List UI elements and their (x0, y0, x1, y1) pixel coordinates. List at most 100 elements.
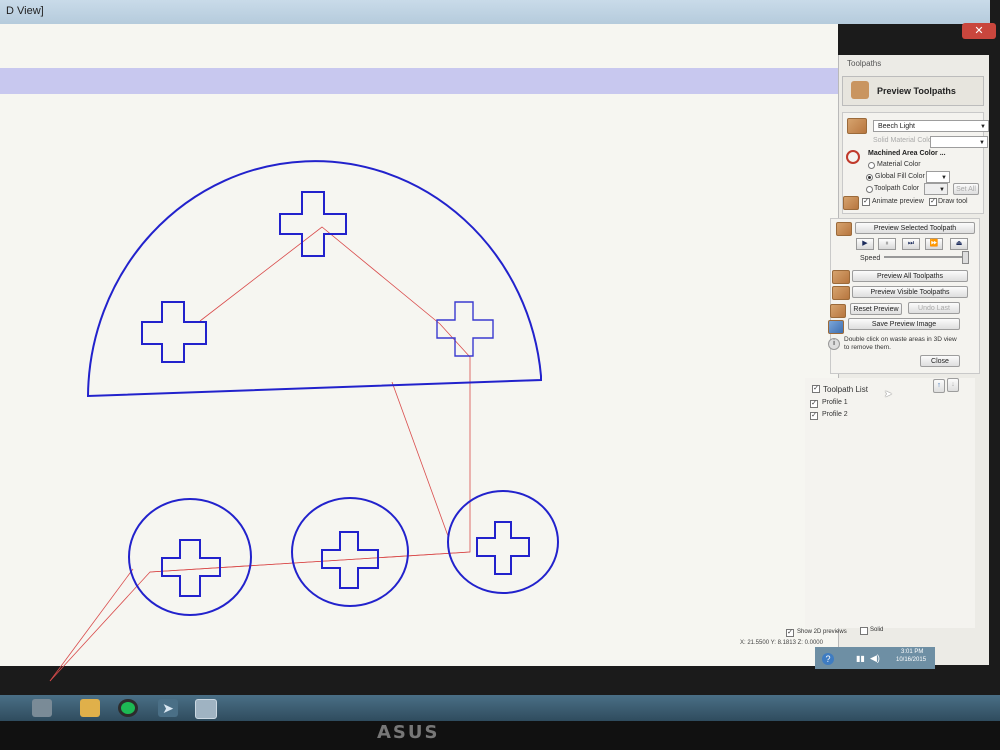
profile-1-label: Profile 1 (822, 399, 848, 406)
material-color-radio[interactable] (868, 162, 875, 169)
reset-preview-button[interactable]: Reset Preview (850, 303, 902, 315)
global-fill-color-radio[interactable] (866, 174, 873, 181)
chevron-down-icon: ▼ (939, 187, 945, 193)
material-color-label: Material Color (877, 161, 921, 168)
eject-icon[interactable]: ⏏ (950, 238, 968, 250)
show-2d-previews-label: Show 2D previews (797, 629, 847, 635)
material-select-value: Beech Light (878, 123, 915, 130)
pause-icon[interactable]: ⏸ (878, 238, 896, 250)
profile-2-label: Profile 2 (822, 411, 848, 418)
solid-material-color-label: Solid Material Color (873, 137, 935, 144)
info-icon: i (828, 338, 840, 350)
animate-preview-label: Animate preview (872, 198, 924, 205)
preview-visible-toolpaths-button[interactable]: Preview Visible Toolpaths (852, 286, 968, 298)
undo-last-button[interactable]: Undo Last (908, 302, 960, 314)
monitor-brand-logo: ASUS (377, 722, 440, 743)
preview-all-toolpaths-button[interactable]: Preview All Toolpaths (852, 270, 968, 282)
animate-icon (843, 196, 859, 210)
panel-title: Toolpaths (847, 59, 882, 68)
play-icon[interactable]: ▶ (856, 238, 874, 250)
taskbar (0, 695, 1000, 721)
close-button[interactable]: Close (920, 355, 960, 367)
hint-text-line1: Double click on waste areas in 3D view (844, 336, 957, 343)
window-close-button[interactable]: ✕ (962, 23, 996, 39)
global-fill-color-picker[interactable]: ▼ (926, 171, 950, 183)
solid-label: Solid (870, 627, 884, 633)
window-title-bar: D View] (0, 0, 990, 24)
draw-tool-checkbox[interactable]: ✓ (929, 198, 937, 206)
preview-visible-icon (832, 286, 850, 300)
move-down-button[interactable]: ↓ (947, 378, 959, 392)
toolpath-list-item[interactable]: ✓ Profile 1 (808, 399, 908, 409)
toolpath-list-item[interactable]: ✓ Profile 2 (808, 411, 908, 421)
material-select[interactable]: Beech Light ▼ (873, 120, 989, 132)
solid-color-select[interactable]: ▼ (930, 136, 988, 148)
circle-profile (291, 497, 409, 607)
rapid-move-line (49, 568, 134, 682)
show-2d-previews-checkbox[interactable]: ✓ (786, 629, 794, 637)
navigation-icon[interactable]: ➤ (158, 699, 178, 717)
draw-tool-label: Draw tool (938, 198, 968, 205)
preview-toolpaths-title: Preview Toolpaths (877, 86, 956, 96)
chevron-down-icon: ▼ (979, 140, 985, 146)
step-forward-icon[interactable]: ⏭ (902, 238, 920, 250)
material-swatch-icon (847, 118, 867, 134)
toolpath-list-title: Toolpath List (823, 385, 868, 394)
toolpath-color-picker[interactable]: ▼ (924, 183, 948, 195)
preview-selected-toolpath-button[interactable]: Preview Selected Toolpath (855, 222, 975, 234)
machined-area-icon (846, 150, 860, 164)
rapid-move-line (149, 551, 471, 573)
tray-date: 10/16/2015 (896, 657, 927, 663)
rapid-moves (49, 226, 471, 682)
cross-cutout (279, 191, 347, 257)
monitor-bezel (0, 721, 1000, 750)
file-explorer-icon[interactable] (32, 699, 52, 717)
vcarve-app-icon[interactable] (195, 699, 217, 719)
arrow-down-icon: ↓ (951, 381, 955, 388)
window-title: D View] (6, 5, 44, 17)
rapid-move-line (49, 226, 471, 682)
cross-cutout (321, 531, 379, 589)
preview-selected-icon (836, 222, 852, 236)
chevron-down-icon: ▼ (980, 124, 986, 130)
profile-1-checkbox[interactable]: ✓ (810, 400, 818, 408)
toolpath-list-checkbox[interactable]: ✓ (812, 385, 820, 393)
profile-2-checkbox[interactable]: ✓ (810, 412, 818, 420)
toolpath-color-radio[interactable] (866, 186, 873, 193)
fast-forward-icon[interactable]: ⏩ (925, 238, 943, 250)
network-icon[interactable]: ▮▮ (856, 654, 865, 663)
reset-preview-icon (830, 304, 846, 318)
solid-checkbox[interactable] (860, 627, 868, 635)
cross-cutout (476, 521, 530, 575)
arrow-up-icon: ↑ (937, 382, 941, 389)
preview-toolpaths-icon (851, 81, 869, 99)
animate-preview-checkbox[interactable]: ✓ (862, 198, 870, 206)
help-icon[interactable]: ? (822, 653, 834, 665)
spotify-icon[interactable] (118, 699, 138, 717)
spotify-logo (121, 702, 135, 714)
toolpath-color-label: Toolpath Color (874, 185, 920, 192)
software-icon[interactable] (80, 699, 100, 717)
circle-profile (447, 490, 559, 594)
speed-slider-thumb[interactable] (962, 251, 969, 264)
monitor-screen: D View] ✕ Toolpaths Preview Toolpaths Be… (0, 0, 1000, 750)
tray-time: 3:01 PM (901, 649, 924, 655)
rapid-move-line (391, 381, 449, 537)
global-fill-color-label: Global Fill Color (875, 173, 925, 180)
set-all-button[interactable]: Set All (953, 183, 979, 195)
speed-label: Speed (860, 255, 881, 262)
volume-icon[interactable]: ◀) (870, 653, 880, 664)
move-up-button[interactable]: ↑ (933, 379, 945, 393)
speed-slider-track[interactable] (884, 256, 964, 258)
machined-area-title: Machined Area Color ... (868, 150, 946, 157)
save-preview-image-button[interactable]: Save Preview Image (848, 318, 960, 330)
preview-toolpaths-header: Preview Toolpaths (842, 76, 984, 106)
hint-text-line2: to remove them. (844, 344, 891, 351)
save-image-icon (828, 320, 844, 334)
circle-profile (128, 498, 252, 616)
cross-cutout (436, 301, 494, 357)
cross-cutout (141, 301, 207, 363)
half-circle-profile (86, 160, 542, 398)
preview-all-icon (832, 270, 850, 284)
toolpath-drawing[interactable] (0, 24, 838, 694)
